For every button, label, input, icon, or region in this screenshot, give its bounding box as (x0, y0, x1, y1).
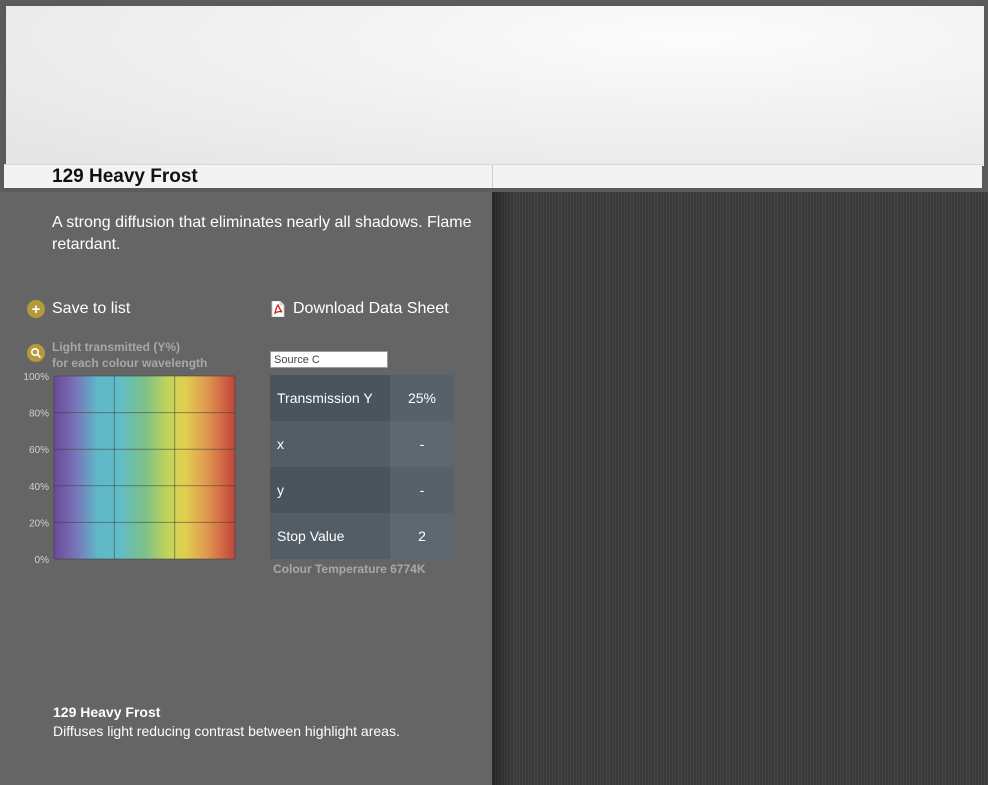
spectrum-background (54, 376, 235, 559)
source-select[interactable]: Source C (270, 351, 388, 368)
y-tick-label: 0% (35, 555, 50, 566)
specs-row: Transmission Y 25% (270, 375, 454, 421)
specs-row: Stop Value 2 (270, 513, 454, 559)
specs-row-label: Stop Value (270, 513, 390, 559)
footer-description: Diffuses light reducing contrast between… (53, 723, 400, 739)
specs-row-label: Transmission Y (270, 375, 390, 421)
y-tick-label: 60% (29, 445, 49, 456)
pdf-icon (271, 300, 285, 318)
specs-row: x- (270, 421, 454, 467)
specs-table: Transmission Y 25% x - y - Stop Value 2 (270, 375, 454, 559)
right-background-pane (492, 192, 988, 785)
magnifier-icon[interactable] (27, 344, 45, 362)
title-band-divider (492, 165, 493, 188)
download-data-sheet-label: Download Data Sheet (293, 300, 449, 317)
save-to-list-button[interactable]: + Save to list (27, 300, 130, 318)
swatch-fill (6, 6, 984, 166)
colour-temperature: Colour Temperature 6774K (273, 562, 426, 576)
y-tick-label: 40% (29, 482, 49, 493)
footer-title: 129 Heavy Frost (53, 704, 161, 720)
plus-circle-icon: + (27, 300, 45, 318)
y-tick-label: 100% (23, 372, 49, 383)
download-data-sheet-link[interactable]: Download Data Sheet (271, 300, 449, 318)
graph-caption: Light transmitted (Y%) for each colour w… (27, 339, 207, 371)
specs-row-label: x (270, 421, 390, 467)
y-tick-label: 20% (29, 518, 49, 529)
product-description: A strong diffusion that eliminates nearl… (52, 214, 472, 253)
specs-row-value: 2 (390, 513, 454, 559)
specs-row-value: - (390, 467, 454, 513)
specs-row: y- (270, 467, 454, 513)
transmission-chart: 100% 80% 60% 40% 20% 0% (23, 372, 236, 566)
y-axis-ticks: 100% 80% 60% 40% 20% 0% (23, 372, 49, 566)
y-tick-label: 80% (29, 409, 49, 420)
product-title: 129 Heavy Frost (52, 166, 198, 187)
specs-row-value: 25% (390, 375, 454, 421)
graph-caption-line1: Light transmitted (Y%) (52, 340, 180, 354)
save-to-list-label: Save to list (52, 300, 131, 317)
specs-row-label: y (270, 467, 390, 513)
specs-row-value: - (390, 421, 454, 467)
